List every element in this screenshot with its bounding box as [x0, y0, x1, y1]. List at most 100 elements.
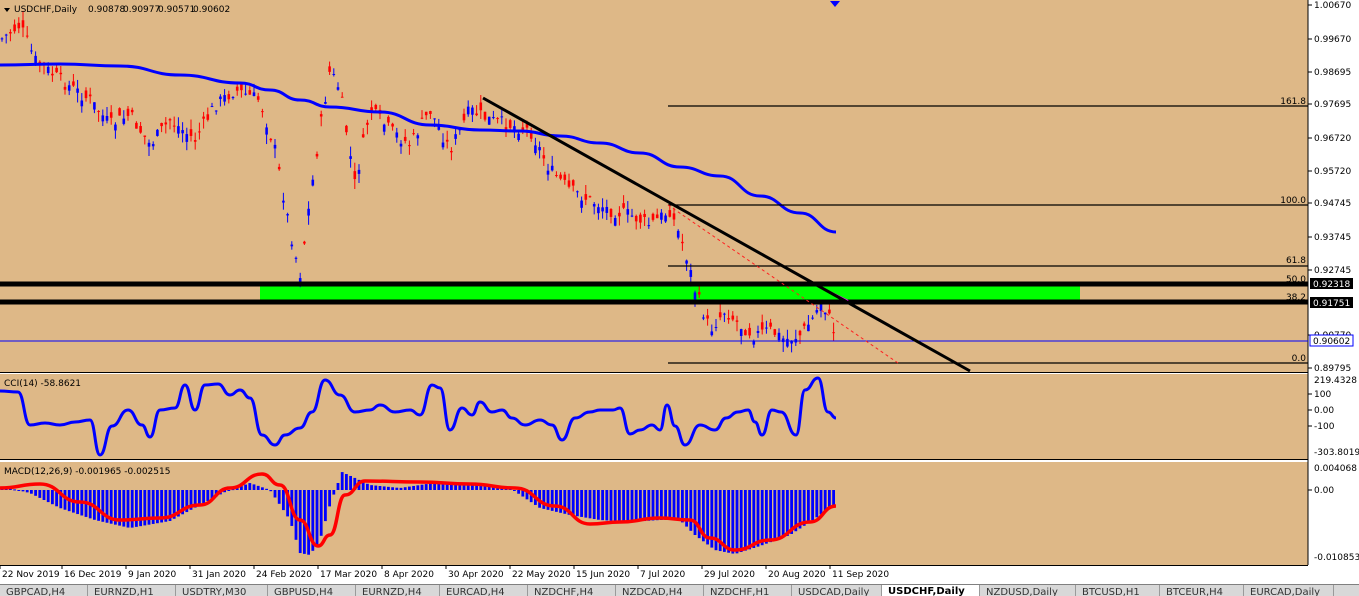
macd-bar	[51, 490, 54, 505]
macd-bar	[689, 490, 693, 531]
macd-bar	[693, 490, 697, 535]
macd-bar	[744, 490, 747, 551]
candle-body	[193, 140, 197, 142]
candle-body	[580, 200, 583, 208]
price-tick: 0.97695	[1314, 100, 1351, 110]
macd-bar	[819, 490, 823, 515]
candle-body	[324, 102, 327, 104]
candle-body	[340, 96, 344, 98]
candle-body	[84, 90, 88, 99]
candle-body	[508, 120, 512, 128]
candle-body	[542, 155, 546, 159]
tab-eurcad-h4[interactable]: EURCAD,H4	[440, 585, 528, 596]
tab-eurnzd-h4[interactable]: EURNZD,H4	[356, 585, 440, 596]
candle-body	[601, 207, 604, 212]
candle-body	[366, 122, 369, 125]
candle-body	[168, 119, 172, 121]
candle-body	[731, 315, 735, 320]
date-label: 8 Apr 2020	[384, 570, 434, 580]
macd-bar	[597, 490, 600, 520]
macd-bar	[760, 490, 764, 546]
macd-bar	[807, 490, 810, 524]
macd-bar	[25, 490, 29, 493]
candle-body	[550, 165, 554, 171]
candle-body	[429, 111, 432, 114]
macd-bar	[681, 490, 684, 523]
macd-bar	[513, 490, 516, 491]
candle-body	[622, 203, 625, 208]
candle-body	[500, 116, 504, 118]
tab-gbpusd-h4[interactable]: GBPUSD,H4	[268, 585, 356, 596]
fib-label: 38.2	[1286, 293, 1306, 303]
date-label: 9 Jan 2020	[128, 570, 176, 580]
macd-bar	[420, 484, 424, 490]
tab-btcusd-h1[interactable]: BTCUSD,H1	[1076, 585, 1160, 596]
candle-body	[328, 66, 331, 72]
candle-body	[756, 331, 760, 333]
macd-bar	[315, 490, 319, 545]
cci-plot-area[interactable]	[0, 374, 1308, 459]
candle-body	[693, 292, 697, 300]
candle-body	[181, 130, 184, 134]
tab-btceur-h4[interactable]: BTCEUR,H4	[1160, 585, 1244, 596]
candle-body	[4, 34, 8, 36]
candle-body	[634, 215, 638, 222]
macd-bar	[618, 490, 621, 522]
date-label: 29 Jul 2020	[704, 570, 755, 580]
support-zone[interactable]	[260, 286, 1080, 301]
macd-bar	[676, 490, 680, 520]
candle-body	[72, 81, 75, 86]
candle-body	[538, 147, 541, 151]
candle-body	[387, 116, 390, 123]
tab-usdcad-daily[interactable]: USDCAD,Daily	[792, 585, 882, 596]
macd-bar	[773, 490, 777, 541]
candle-body	[781, 338, 785, 343]
tab-nzdchf-h4[interactable]: NZDCHF,H4	[528, 585, 616, 596]
price-tick: 0.89795	[1314, 364, 1351, 374]
tab-usdtry-m30[interactable]: USDTRY,M30	[176, 585, 268, 596]
candle-body	[630, 215, 634, 217]
candle-body	[303, 241, 306, 244]
tab-eurcad-daily[interactable]: EURCAD,Daily	[1244, 585, 1334, 596]
tab-eurnzd-h1[interactable]: EURNZD,H1	[88, 585, 176, 596]
candle-body	[315, 153, 319, 157]
candle-body	[723, 313, 726, 315]
candle-body	[668, 210, 672, 217]
macd-bar	[387, 486, 390, 490]
candle-body	[773, 329, 777, 335]
symbol-label: USDCHF,Daily	[14, 5, 78, 15]
tab-gbpcad-h4[interactable]: GBPCAD,H4	[0, 585, 88, 596]
macd-bar	[349, 475, 352, 490]
candle-body	[160, 122, 163, 127]
tab-usdchf-daily[interactable]: USDCHF,Daily	[882, 585, 980, 596]
candle-body	[332, 73, 336, 75]
candle-body	[664, 215, 667, 222]
macd-bar	[252, 484, 256, 490]
macd-bar	[815, 490, 819, 518]
macd-bar	[340, 472, 344, 490]
date-label: 22 Nov 2019	[2, 570, 60, 580]
date-label: 31 Jan 2020	[192, 570, 246, 580]
candle-body	[294, 257, 298, 259]
tab-nzdcad-h4[interactable]: NZDCAD,H4	[616, 585, 704, 596]
date-label: 7 Jul 2020	[640, 570, 685, 580]
macd-bar	[408, 486, 411, 490]
candle-body	[139, 126, 142, 133]
candle-body	[718, 312, 722, 318]
macd-bar	[550, 490, 554, 511]
macd-bar	[416, 485, 420, 490]
candle-body	[744, 330, 747, 336]
chart-window[interactable]: 161.8 100.0 61.8 50.0 38.2 0.0 USDCHF,Da…	[0, 0, 1359, 596]
macd-bar	[622, 490, 625, 522]
macd-bar	[781, 490, 785, 538]
tab-nzdusd-daily[interactable]: NZDUSD,Daily	[980, 585, 1076, 596]
chart-canvas[interactable]: 161.8 100.0 61.8 50.0 38.2 0.0 USDCHF,Da…	[0, 0, 1359, 584]
macd-bar	[403, 487, 407, 490]
price-tick: 0.99670	[1314, 35, 1351, 45]
candle-body	[697, 292, 701, 295]
tab-nzdchf-h1[interactable]: NZDCHF,H1	[704, 585, 792, 596]
candle-body	[143, 135, 147, 137]
candle-body	[298, 278, 302, 282]
main-plot-area[interactable]	[0, 0, 1308, 372]
macd-bar	[17, 490, 21, 491]
